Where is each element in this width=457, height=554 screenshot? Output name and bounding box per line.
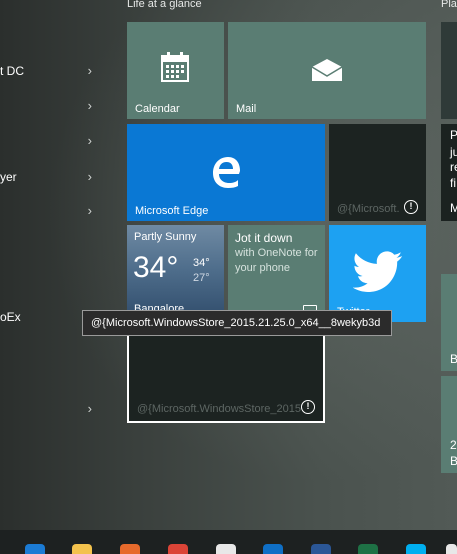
- onenote-tile[interactable]: Jot it down with OneNote for your phone: [228, 225, 325, 322]
- calendar-tile[interactable]: Calendar: [127, 22, 224, 119]
- taskbar: [0, 530, 457, 554]
- store-placeholder-tile[interactable]: @{Microsoft. !: [329, 124, 426, 221]
- mail-tile-label: Mail: [236, 103, 257, 115]
- alert-icon: !: [301, 400, 315, 414]
- chevron-right-icon[interactable]: ›: [88, 133, 92, 148]
- excel-taskbar-icon[interactable]: [358, 544, 378, 554]
- partial-tile-text: B: [450, 352, 457, 366]
- tile-tooltip: @{Microsoft.WindowsStore_2015.21.25.0_x6…: [82, 310, 392, 336]
- partial-tile-text: fi: [450, 176, 456, 190]
- edge-icon: [213, 157, 240, 188]
- partial-news-tile[interactable]: P ju re fi M: [441, 124, 457, 221]
- chrome-taskbar-icon[interactable]: [168, 544, 188, 554]
- app-list-item[interactable]: ›: [0, 93, 100, 121]
- partial-tile-text: re: [450, 160, 457, 174]
- partial-tile[interactable]: B: [441, 274, 457, 371]
- twitter-bird-icon: [353, 251, 403, 292]
- twitter-tile[interactable]: Twitter: [329, 225, 426, 322]
- partial-tile-text: ju: [450, 145, 457, 159]
- app-list-item[interactable]: ›: [0, 396, 100, 424]
- partial-tile-text: P: [450, 128, 457, 142]
- app-list-item-label: t DC: [0, 64, 24, 78]
- partial-tile[interactable]: [441, 22, 457, 119]
- chevron-right-icon[interactable]: ›: [88, 203, 92, 218]
- onenote-tile-subtitle: with OneNote for your phone: [235, 247, 318, 274]
- weather-low: 27°: [193, 272, 210, 284]
- chevron-right-icon[interactable]: ›: [88, 98, 92, 113]
- chevron-right-icon[interactable]: ›: [88, 63, 92, 78]
- app-list-item[interactable]: t DC ›: [0, 58, 100, 86]
- app-list-item[interactable]: yer ›: [0, 164, 100, 192]
- edge-taskbar-icon[interactable]: [25, 544, 45, 554]
- skype-taskbar-icon[interactable]: [406, 544, 426, 554]
- tile-group-title-partial[interactable]: Pla: [441, 0, 457, 10]
- store-placeholder-text: @{Microsoft.: [337, 203, 400, 215]
- weather-tile[interactable]: Partly Sunny 34° 34° 27° Bangalore: [127, 225, 224, 322]
- word-taskbar-icon[interactable]: [311, 544, 331, 554]
- onenote-tile-title: Jot it down: [235, 231, 293, 245]
- app-taskbar-icon[interactable]: [446, 544, 457, 554]
- partial-tile-text: B: [450, 454, 457, 468]
- app-list: t DC › › › yer › › oEx ›: [0, 0, 110, 530]
- app-list-item[interactable]: ›: [0, 198, 100, 226]
- partial-tile[interactable]: 2 B: [441, 376, 457, 473]
- app-list-item-label: oEx: [0, 310, 21, 324]
- tile-group-title[interactable]: Life at a glance: [127, 0, 202, 10]
- firefox-taskbar-icon[interactable]: [120, 544, 140, 554]
- outlook-taskbar-icon[interactable]: [263, 544, 283, 554]
- calendar-icon: [161, 52, 189, 82]
- store-placeholder-tile-selected[interactable]: @{Microsoft.WindowsStore_2015 !: [127, 326, 325, 423]
- weather-temperature: 34°: [133, 251, 179, 284]
- alert-icon: !: [404, 200, 418, 214]
- weather-condition: Partly Sunny: [134, 231, 197, 243]
- microsoft-edge-tile[interactable]: Microsoft Edge: [127, 124, 325, 221]
- store-taskbar-icon[interactable]: [216, 544, 236, 554]
- calendar-tile-label: Calendar: [135, 103, 180, 115]
- chevron-right-icon[interactable]: ›: [88, 169, 92, 184]
- app-list-item[interactable]: ›: [0, 128, 100, 156]
- weather-high: 34°: [193, 257, 210, 269]
- microsoft-edge-tile-label: Microsoft Edge: [135, 205, 209, 217]
- store-placeholder-text: @{Microsoft.WindowsStore_2015: [137, 403, 302, 415]
- chevron-right-icon[interactable]: ›: [88, 401, 92, 416]
- partial-tile-text: M: [450, 201, 457, 215]
- mail-tile[interactable]: Mail: [228, 22, 426, 119]
- app-list-item-label: yer: [0, 170, 17, 184]
- partial-tile-text: 2: [450, 438, 457, 452]
- mail-icon: [311, 59, 343, 81]
- file-explorer-taskbar-icon[interactable]: [72, 544, 92, 554]
